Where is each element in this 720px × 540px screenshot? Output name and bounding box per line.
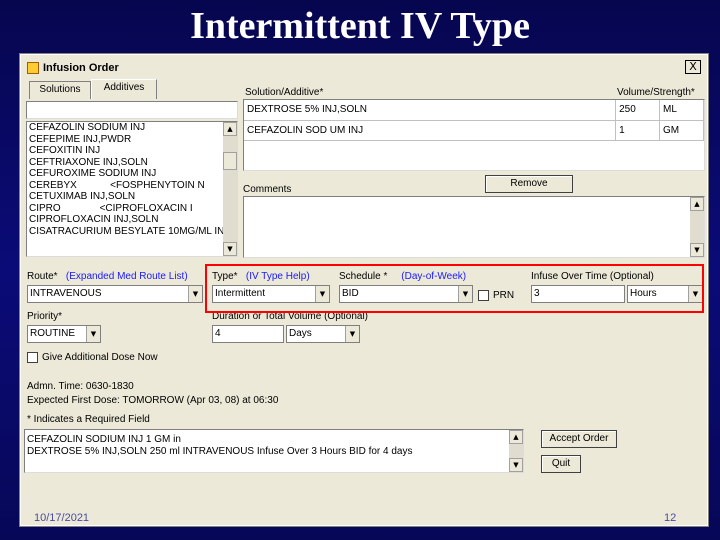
comments-scrollbar[interactable]: ▲ ▼: [690, 197, 704, 257]
list-item[interactable]: CETUXIMAB INJ,SOLN: [27, 191, 237, 203]
drug-list[interactable]: CEFAZOLIN SODIUM INJ CEFEPIME INJ,PWDR CEF…: [26, 121, 238, 257]
route-label: Route* (Expanded Med Route List): [27, 271, 188, 282]
duration-unit-select[interactable]: Days ▼: [286, 325, 360, 343]
additional-dose-label: Give Additional Dose Now: [42, 352, 158, 363]
list-item[interactable]: CISATRACURIUM BESYLATE 10MG/ML IN: [27, 226, 237, 238]
duration-unit-value: Days: [289, 328, 312, 339]
route-value: INTRAVENOUS: [30, 288, 102, 299]
comments-label: Comments: [243, 184, 292, 195]
slide-title: Intermittent IV Type: [190, 5, 530, 47]
duration-input[interactable]: 4: [212, 325, 284, 343]
table-cell-unit: GM: [659, 120, 704, 141]
summary-line: CEFAZOLIN SODIUM INJ 1 GM in: [27, 434, 181, 445]
priority-select[interactable]: ROUTINE ▼: [27, 325, 101, 343]
drug-search-input[interactable]: [26, 101, 238, 119]
summary-scrollbar[interactable]: ▲ ▼: [509, 430, 523, 472]
accept-order-button[interactable]: Accept Order: [541, 430, 617, 448]
chevron-down-icon[interactable]: ▼: [188, 286, 202, 302]
admin-time: Admn. Time: 0630-1830: [27, 381, 134, 392]
slide-date: 10/17/2021: [34, 512, 90, 524]
list-item[interactable]: CEFUROXIME SODIUM INJ: [27, 168, 237, 180]
list-item[interactable]: CEFAZOLIN SODIUM INJ: [27, 122, 237, 134]
chevron-down-icon[interactable]: ▼: [86, 326, 100, 342]
close-icon[interactable]: X: [685, 60, 701, 74]
priority-value: ROUTINE: [30, 328, 75, 339]
route-label-text: Route*: [27, 271, 58, 282]
scroll-down-icon[interactable]: ▼: [509, 458, 523, 472]
route-select[interactable]: INTRAVENOUS ▼: [27, 285, 203, 303]
order-summary: CEFAZOLIN SODIUM INJ 1 GM in DEXTROSE 5%…: [24, 429, 524, 473]
solution-table[interactable]: DEXTROSE 5% INJ,SOLN 250 ML CEFAZOLIN SOD U…: [243, 99, 705, 171]
table-row[interactable]: CEFAZOLIN SOD UM INJ 1 GM: [244, 120, 704, 141]
additional-dose-checkbox[interactable]: [27, 352, 38, 363]
list-item[interactable]: CEFEPIME INJ,PWDR: [27, 134, 237, 146]
solution-table-header-solution: Solution/Additive*: [245, 87, 324, 98]
table-cell-amount: 1: [615, 120, 661, 141]
tab-additives[interactable]: Additives: [91, 79, 157, 99]
list-item[interactable]: CEFTRIAXONE INJ,SOLN: [27, 157, 237, 169]
priority-label: Priority*: [27, 311, 63, 322]
solution-table-header-volume: Volume/Strength*: [617, 87, 695, 98]
scroll-up-icon[interactable]: ▲: [690, 197, 704, 211]
scroll-down-icon[interactable]: ▼: [223, 242, 237, 256]
table-cell-unit: ML: [659, 100, 704, 121]
chevron-down-icon[interactable]: ▼: [345, 326, 359, 342]
expanded-route-link[interactable]: (Expanded Med Route List): [66, 271, 188, 282]
comments-textarea[interactable]: ▲ ▼: [243, 196, 705, 258]
quit-button[interactable]: Quit: [541, 455, 581, 473]
summary-line: DEXTROSE 5% INJ,SOLN 250 ml INTRAVENOUS …: [27, 445, 413, 457]
list-item[interactable]: CEREBYX <FOSPHENYTOIN N: [27, 180, 237, 192]
table-cell-name: DEXTROSE 5% INJ,SOLN: [244, 100, 617, 121]
scroll-up-icon[interactable]: ▲: [223, 122, 237, 136]
list-item[interactable]: CIPROFLOXACIN INJ,SOLN: [27, 214, 237, 226]
table-cell-amount: 250: [615, 100, 661, 121]
highlight-box: [205, 264, 704, 313]
list-item[interactable]: CEFOXITIN INJ: [27, 145, 237, 157]
slide-page-number: 12: [664, 512, 677, 524]
remove-button[interactable]: Remove: [485, 175, 573, 193]
drug-list-scrollbar[interactable]: ▲ ▼: [223, 122, 237, 256]
scroll-thumb[interactable]: [223, 152, 237, 170]
required-note: * Indicates a Required Field: [27, 414, 150, 425]
table-cell-name: CEFAZOLIN SOD UM INJ: [244, 120, 617, 141]
expected-first-dose: Expected First Dose: TOMORROW (Apr 03, 0…: [27, 395, 279, 406]
table-row[interactable]: DEXTROSE 5% INJ,SOLN 250 ML: [244, 100, 704, 121]
dialog-titlebar: Infusion Order X: [23, 57, 705, 79]
tab-solutions[interactable]: Solutions: [29, 81, 91, 99]
scroll-up-icon[interactable]: ▲: [509, 430, 523, 444]
list-item[interactable]: CIPRO <CIPROFLOXACIN I: [27, 203, 237, 215]
dialog-title: Infusion Order: [43, 62, 119, 74]
scroll-down-icon[interactable]: ▼: [690, 243, 704, 257]
solution-rows: DEXTROSE 5% INJ,SOLN 250 ML CEFAZOLIN SOD U…: [244, 100, 704, 141]
app-icon: [27, 62, 39, 74]
